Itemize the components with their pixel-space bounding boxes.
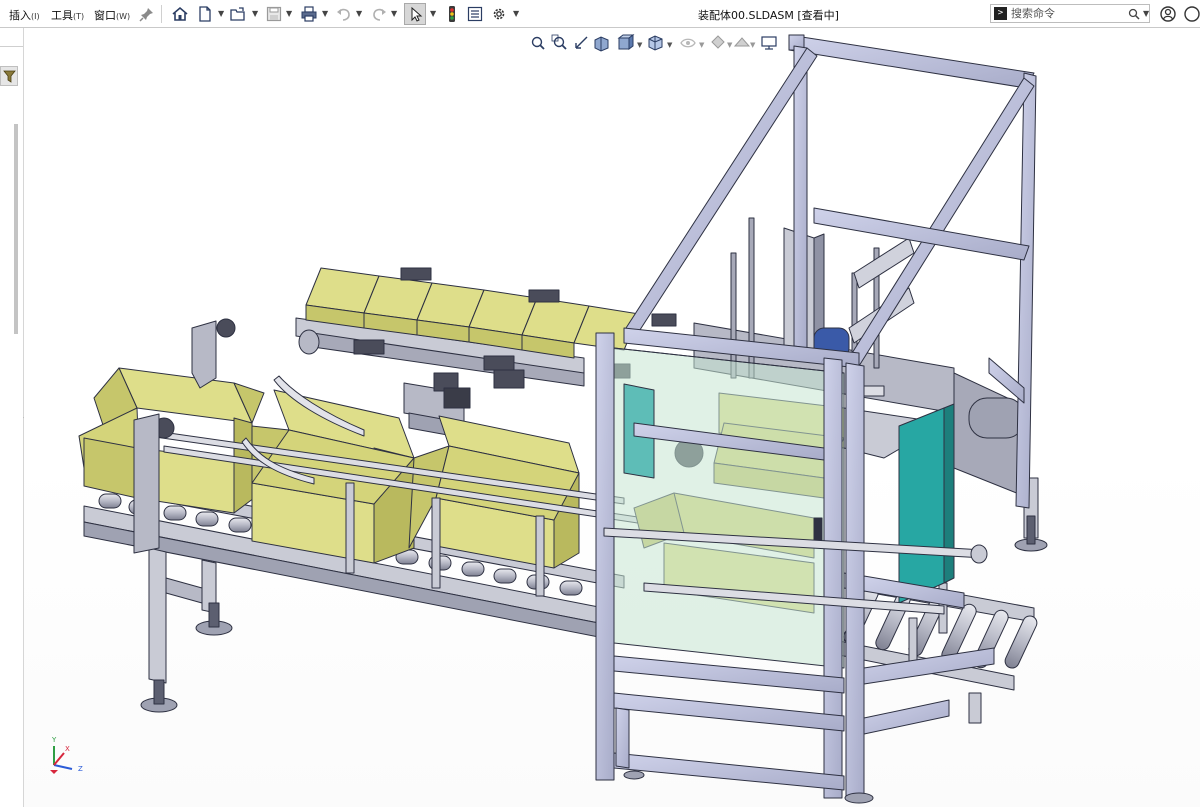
select-icon: [411, 6, 423, 22]
traffic-light-icon[interactable]: [443, 5, 461, 23]
new-doc-icon[interactable]: [196, 5, 214, 23]
feature-manager-panel: ‹: [0, 28, 26, 807]
menu-tools-label: 工具: [51, 9, 73, 22]
redo-dropdown-icon[interactable]: ▼: [391, 9, 397, 18]
menu-tools-accel: (T): [73, 12, 85, 21]
menu-window-accel: (W): [116, 12, 131, 21]
undo-icon[interactable]: [335, 5, 353, 23]
new-doc-dropdown-icon[interactable]: ▼: [218, 9, 224, 18]
search-dropdown-icon[interactable]: ▼: [1143, 9, 1149, 18]
filter-button[interactable]: [0, 66, 18, 86]
command-prompt-icon: >: [994, 7, 1007, 20]
menu-window[interactable]: 窗口(W): [94, 7, 130, 23]
triad-z-label: Z: [78, 765, 83, 773]
save-dropdown-icon[interactable]: ▼: [286, 9, 292, 18]
assembly-model[interactable]: Y X Z: [24, 28, 1200, 807]
panel-divider: [0, 46, 23, 47]
toolbar-separator: [161, 5, 162, 23]
user-account-icon[interactable]: [1159, 5, 1177, 23]
open-icon[interactable]: [229, 5, 247, 23]
top-toolbar: 插入(I) 工具(T) 窗口(W) ▼ ▼ ▼ ▼ ▼ ▼ ▼ ▼ 装配体00.…: [0, 0, 1200, 28]
undo-dropdown-icon[interactable]: ▼: [356, 9, 362, 18]
window-title: 装配体00.SLDASM [查看中]: [698, 9, 839, 22]
search-box[interactable]: >: [990, 4, 1150, 23]
menu-insert[interactable]: 插入(I): [9, 7, 40, 23]
menu-window-label: 窗口: [94, 9, 116, 22]
triad-x-label: X: [65, 745, 70, 753]
search-input[interactable]: [1011, 6, 1111, 21]
pin-icon[interactable]: [138, 5, 156, 23]
graphics-viewport[interactable]: ▼ ▼ ▼ ▼ ▼ Y X Z: [24, 28, 1200, 807]
search-icon[interactable]: [1128, 8, 1140, 20]
options-gear-icon[interactable]: [490, 5, 508, 23]
filter-icon: [3, 70, 16, 83]
select-dropdown-icon[interactable]: ▼: [430, 9, 436, 18]
open-dropdown-icon[interactable]: ▼: [252, 9, 258, 18]
menu-insert-label: 插入: [9, 9, 31, 22]
select-button[interactable]: [404, 3, 426, 25]
redo-icon[interactable]: [370, 5, 388, 23]
save-icon[interactable]: [265, 5, 283, 23]
print-dropdown-icon[interactable]: ▼: [322, 9, 328, 18]
menu-tools[interactable]: 工具(T): [51, 7, 84, 23]
triad-y-label: Y: [51, 736, 57, 744]
print-icon[interactable]: [300, 5, 318, 23]
file-properties-icon[interactable]: [466, 5, 484, 23]
menu-insert-accel: (I): [31, 12, 40, 21]
glass-enclosure: [603, 347, 845, 669]
home-icon[interactable]: [171, 5, 189, 23]
options-dropdown-icon[interactable]: ▼: [513, 9, 519, 18]
panel-scrollbar[interactable]: [14, 124, 18, 334]
help-icon[interactable]: [1183, 5, 1200, 23]
